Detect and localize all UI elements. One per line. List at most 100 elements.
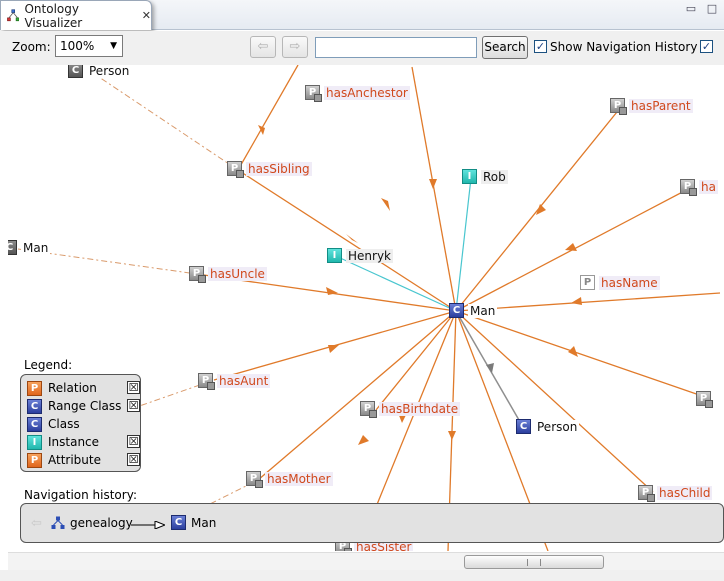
close-tab-icon[interactable]: ✕ xyxy=(142,9,151,22)
class-node-man-left[interactable]: C Man xyxy=(8,240,51,255)
nav-item-genealogy[interactable]: genealogy xyxy=(70,516,133,530)
navigation-history-panel: ⇦ genealogy C Man xyxy=(20,503,724,543)
legend-item-class: C Class xyxy=(27,415,140,433)
nav-back-arrow-icon[interactable]: ⇦ xyxy=(31,516,42,531)
scrollbar-thumb[interactable] xyxy=(464,555,604,569)
relation-icon: P xyxy=(27,380,42,396)
class-icon: C xyxy=(27,416,42,432)
class-icon: C xyxy=(516,419,531,434)
edge-right xyxy=(455,310,709,399)
relation-label: hasUncle xyxy=(208,266,267,281)
toggle-instance-checkbox[interactable]: ☒ xyxy=(127,435,140,448)
graph-edges xyxy=(17,65,721,551)
toggle-attribute-checkbox[interactable]: ☒ xyxy=(127,453,140,466)
attribute-icon: P xyxy=(27,452,42,468)
instance-node-henryk[interactable]: I Henryk xyxy=(327,248,393,263)
nav-arrow-icon xyxy=(131,521,165,529)
class-icon: C xyxy=(8,240,17,255)
relation-node-ha[interactable]: P ha xyxy=(680,179,718,196)
edge-person-sibling xyxy=(89,70,239,171)
forward-button[interactable]: ⇨ xyxy=(282,36,308,58)
editor-tab-bar: Ontology Visualizer ✕ ▭ □ xyxy=(0,0,724,30)
second-toolbar-checkbox[interactable]: ✓ xyxy=(700,40,713,53)
relation-label: hasSibling xyxy=(246,161,312,176)
edge-has-anchestor xyxy=(411,66,457,312)
instance-label: Henryk xyxy=(346,248,393,263)
relation-icon: P xyxy=(198,373,215,390)
legend-item-relation: P Relation ☒ xyxy=(27,379,140,397)
class-icon: C xyxy=(449,303,464,318)
relation-node-has-anchestor[interactable]: P hasAnchestor xyxy=(305,85,410,102)
show-nav-history-label: Show Navigation History xyxy=(550,40,698,54)
graph-canvas[interactable]: C Person P hasAnchestor P hasParent P ha… xyxy=(8,65,724,551)
search-input[interactable] xyxy=(315,37,477,58)
class-node-person-top[interactable]: C Person xyxy=(68,65,132,78)
toggle-range-class-checkbox[interactable]: ☒ xyxy=(127,399,140,412)
relation-label: hasParent xyxy=(629,98,693,113)
relation-node-has-parent[interactable]: P hasParent xyxy=(610,98,693,115)
arrow-has-name xyxy=(571,297,582,305)
relation-icon: P xyxy=(610,98,627,115)
relation-node-has-sibling[interactable]: P hasSibling xyxy=(227,161,312,178)
class-label: Man xyxy=(21,240,51,255)
relation-label: hasMother xyxy=(265,471,333,486)
instance-icon: I xyxy=(327,248,342,263)
legend-label: Range Class xyxy=(48,399,122,413)
relation-icon: P xyxy=(189,266,206,283)
edge-has-mother xyxy=(257,310,457,481)
relation-label: hasName xyxy=(599,275,660,290)
attribute-node-has-birthdate[interactable]: P hasBirthdate xyxy=(360,401,461,418)
tab-ontology-visualizer[interactable]: Ontology Visualizer ✕ xyxy=(0,0,152,30)
legend-item-attribute: P Attribute ☒ xyxy=(27,451,140,469)
arrow-bottom-a xyxy=(448,431,456,440)
relation-icon: P xyxy=(305,85,322,102)
tab-title: Ontology Visualizer xyxy=(24,1,83,30)
search-button[interactable]: Search xyxy=(482,36,528,59)
navigation-history-title: Navigation history: xyxy=(24,488,137,502)
edge-top-left xyxy=(237,65,299,171)
instance-icon: I xyxy=(27,434,42,450)
instance-icon: I xyxy=(462,169,477,184)
toggle-relation-checkbox[interactable]: ☒ xyxy=(127,381,140,394)
chevron-down-icon: ▼ xyxy=(110,41,117,51)
class-icon: C xyxy=(171,515,186,530)
legend-panel: P Relation ☒ C Range Class ☒ C Class I I… xyxy=(20,374,141,472)
relation-node-has-uncle[interactable]: P hasUncle xyxy=(189,266,267,283)
instance-node-rob[interactable]: I Rob xyxy=(462,169,508,184)
back-button[interactable]: ⇦ xyxy=(250,36,276,58)
left-margin xyxy=(0,65,8,581)
relation-label: ha xyxy=(699,179,718,194)
maximize-icon[interactable]: □ xyxy=(703,2,721,16)
show-nav-history-checkbox[interactable]: ✓ xyxy=(534,40,547,53)
attribute-node-has-name[interactable]: P hasName xyxy=(580,275,660,290)
relation-icon: P xyxy=(227,161,244,178)
attribute-icon: P xyxy=(360,401,377,418)
arrow-has-anchestor xyxy=(429,179,437,189)
relation-node-has-mother[interactable]: P hasMother xyxy=(246,471,333,488)
relation-label: hasAnchestor xyxy=(324,85,410,100)
relation-icon: P xyxy=(696,391,713,408)
relation-node-right-edge[interactable]: P xyxy=(696,391,713,408)
zoom-value: 100% xyxy=(60,39,95,53)
ontology-icon xyxy=(7,9,20,22)
relation-icon: P xyxy=(246,471,263,488)
scrollbar-grip-icon xyxy=(527,559,541,566)
minimize-icon[interactable]: ▭ xyxy=(682,2,700,16)
ontology-tree-icon xyxy=(51,516,65,529)
class-node-person-bottom[interactable]: C Person xyxy=(516,419,580,434)
relation-icon: P xyxy=(638,485,655,502)
relation-label: hasBirthdate xyxy=(379,401,461,416)
instance-label: Rob xyxy=(481,169,508,184)
horizontal-scrollbar[interactable] xyxy=(8,552,724,570)
relation-node-has-child[interactable]: P hasChild xyxy=(638,485,713,502)
nav-item-man[interactable]: C Man xyxy=(171,515,216,530)
edge-rob xyxy=(455,177,472,312)
class-label: Person xyxy=(535,419,580,434)
legend-label: Relation xyxy=(48,381,97,395)
legend-item-range-class: C Range Class ☒ xyxy=(27,397,140,415)
arrow-has-sibling xyxy=(381,198,390,211)
class-node-man-center[interactable]: C Man xyxy=(449,303,498,318)
nav-item-man-label: Man xyxy=(191,515,217,530)
zoom-select[interactable]: 100% ▼ xyxy=(55,35,123,57)
relation-node-has-aunt[interactable]: P hasAunt xyxy=(198,373,271,390)
